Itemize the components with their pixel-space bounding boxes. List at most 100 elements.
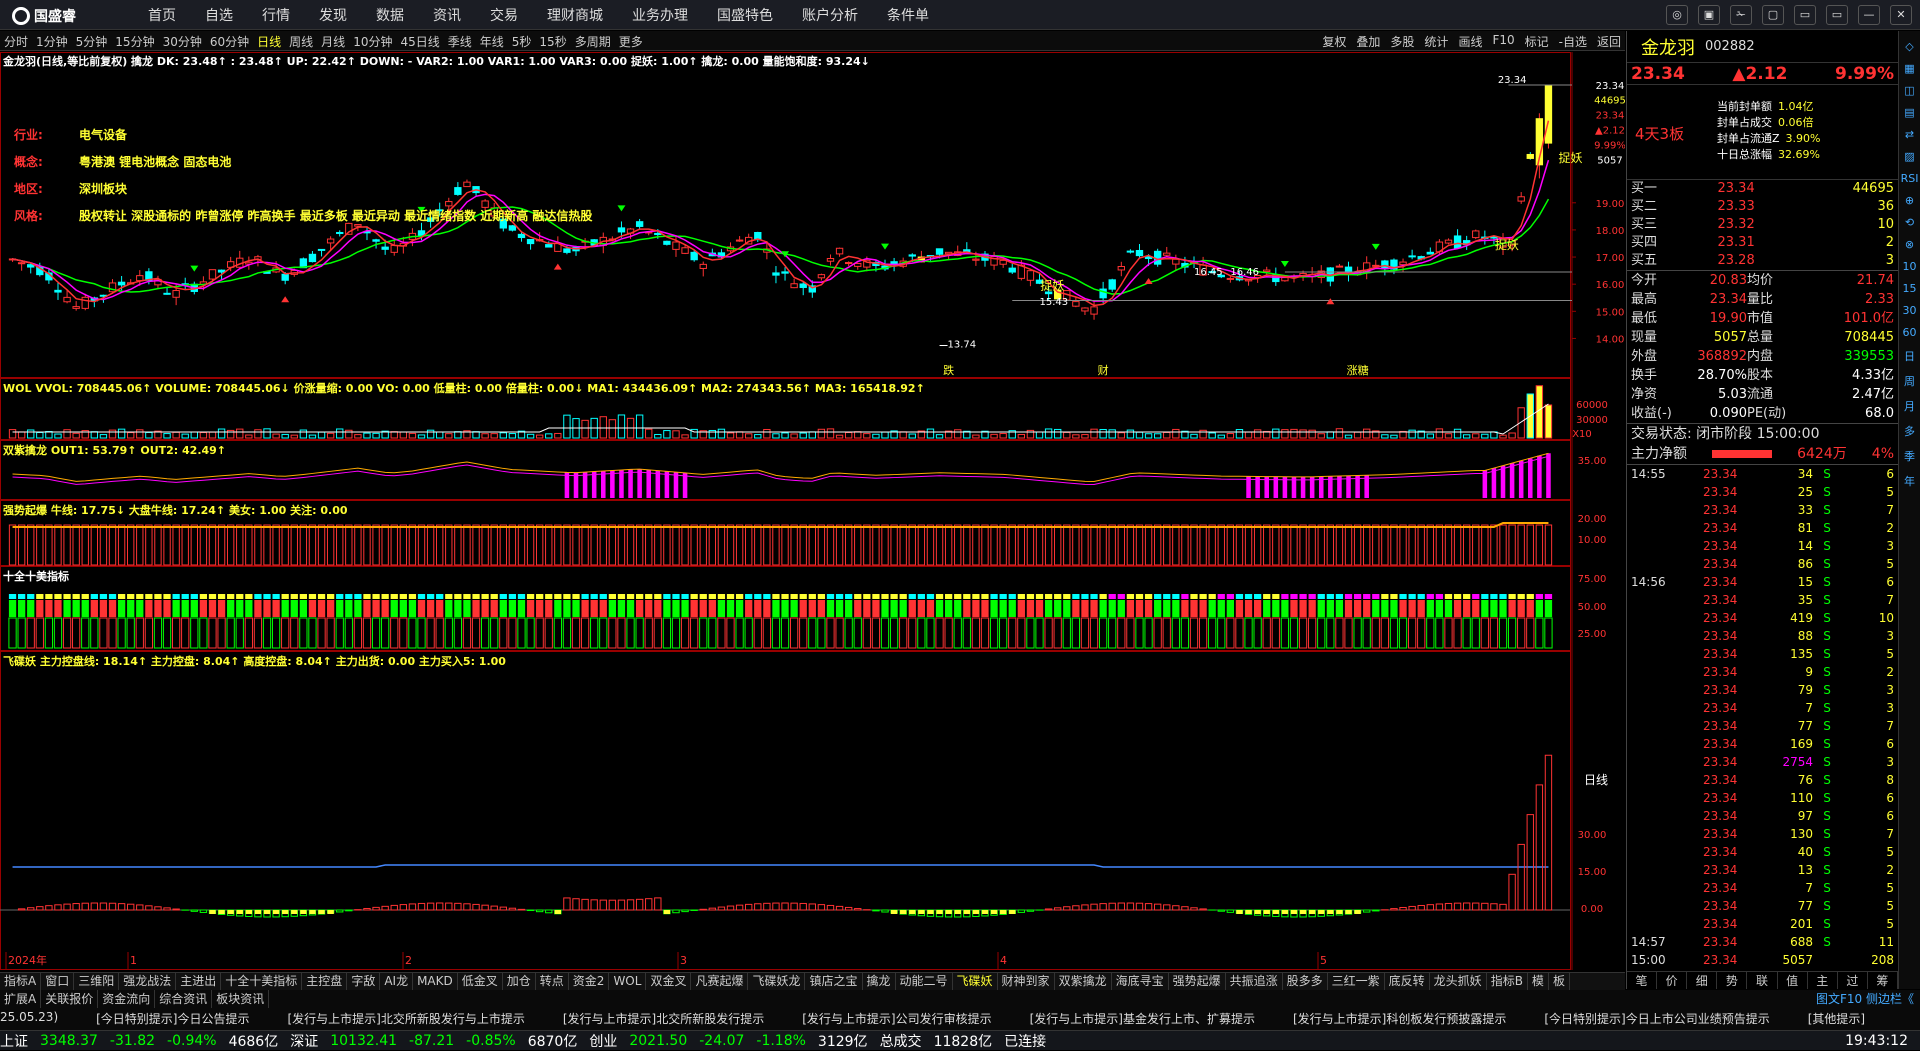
indicator-tab-26[interactable]: 共振追涨 — [1226, 973, 1283, 990]
indicator-tab-0[interactable]: 指标A — [0, 973, 41, 990]
bid-row[interactable]: 买二23.3336 — [1627, 198, 1898, 216]
news-item-0[interactable]: [今日特别提示]今日公告提示 — [96, 1010, 249, 1027]
period-tab-2[interactable]: 5分钟 — [76, 33, 108, 50]
indicator-tab-27[interactable]: 股多多 — [1283, 973, 1328, 990]
side-tool-14[interactable]: 日 — [1899, 348, 1920, 364]
indicator-tab-5[interactable]: 十全十美指标 — [221, 973, 302, 990]
side-tool-0[interactable]: ◇ — [1899, 40, 1920, 53]
side-tool-10[interactable]: 10 — [1899, 260, 1920, 273]
news-tab-0[interactable]: 扩展A — [0, 990, 41, 1008]
news-item-4[interactable]: [发行与上市提示]基金发行上市、扩募提示 — [1030, 1010, 1255, 1027]
indicator-tab-12[interactable]: 转点 — [536, 973, 569, 990]
nav-item-0[interactable]: 首页 — [148, 5, 176, 25]
period-tab-9[interactable]: 10分钟 — [353, 33, 392, 50]
side-tool-2[interactable]: ◫ — [1899, 84, 1920, 97]
indicator-tab-3[interactable]: 强龙战法 — [119, 973, 176, 990]
nav-item-11[interactable]: 条件单 — [887, 5, 929, 25]
period-tab-3[interactable]: 15分钟 — [115, 33, 154, 50]
nav-item-3[interactable]: 发现 — [319, 5, 347, 25]
side-tool-19[interactable]: 年 — [1899, 473, 1920, 489]
indicator-tab-17[interactable]: 飞碟妖龙 — [748, 973, 805, 990]
indicator-tab-32[interactable]: 模 — [1528, 973, 1549, 990]
indicator-tab-30[interactable]: 龙头抓妖 — [1430, 973, 1487, 990]
indicator-tab-8[interactable]: AI龙 — [380, 973, 413, 990]
tool-button-4[interactable]: 画线 — [1458, 33, 1482, 50]
indicator-tab-4[interactable]: 主进出 — [176, 973, 221, 990]
period-tab-4[interactable]: 30分钟 — [163, 33, 202, 50]
period-tab-14[interactable]: 15秒 — [539, 33, 566, 50]
indicator-tab-33[interactable]: 板 — [1549, 973, 1570, 990]
indicator-tab-28[interactable]: 三红一紫 — [1328, 973, 1385, 990]
indicator-tab-31[interactable]: 指标B — [1487, 973, 1528, 990]
indicator-tab-24[interactable]: 海底寻宝 — [1112, 973, 1169, 990]
news-item-3[interactable]: [发行与上市提示]公司发行审核提示 — [802, 1010, 991, 1027]
side-tool-15[interactable]: 周 — [1899, 373, 1920, 389]
side-tool-5[interactable]: ▨ — [1899, 150, 1920, 163]
quote-footer-tab-8[interactable]: 筹 — [1868, 972, 1898, 989]
nav-item-7[interactable]: 理财商城 — [547, 5, 603, 25]
period-tab-13[interactable]: 5秒 — [512, 33, 532, 50]
tool-button-7[interactable]: -自选 — [1559, 33, 1587, 50]
nav-item-2[interactable]: 行情 — [262, 5, 290, 25]
period-tab-16[interactable]: 更多 — [619, 33, 643, 50]
quote-footer-tab-0[interactable]: 笔 — [1627, 972, 1657, 989]
window-control-icon-4[interactable]: ▭ — [1794, 5, 1816, 25]
indicator-tab-21[interactable]: 飞碟妖 — [953, 973, 998, 990]
period-tab-5[interactable]: 60分钟 — [210, 33, 249, 50]
news-item-5[interactable]: [发行与上市提示]科创板发行预披露提示 — [1293, 1010, 1506, 1027]
indicator-tab-14[interactable]: WOL — [609, 973, 646, 990]
bid-row[interactable]: 买五23.283 — [1627, 252, 1898, 270]
indicator-tab-19[interactable]: 擒龙 — [863, 973, 896, 990]
quote-footer-tab-3[interactable]: 势 — [1717, 972, 1747, 989]
indicator-tab-20[interactable]: 动能二号 — [896, 973, 953, 990]
nav-item-6[interactable]: 交易 — [490, 5, 518, 25]
side-tool-8[interactable]: ⟲ — [1899, 216, 1920, 229]
indicator-tab-22[interactable]: 财神到家 — [998, 973, 1055, 990]
period-tab-0[interactable]: 分时 — [4, 33, 28, 50]
indicator-tab-23[interactable]: 双紫擒龙 — [1055, 973, 1112, 990]
indicator-tab-11[interactable]: 加仓 — [503, 973, 536, 990]
tool-button-1[interactable]: 叠加 — [1356, 33, 1380, 50]
side-tool-4[interactable]: ⇄ — [1899, 128, 1920, 141]
nav-item-8[interactable]: 业务办理 — [632, 5, 688, 25]
f10-sidebar-link[interactable]: 图文F10 侧边栏《 — [1816, 990, 1914, 1008]
window-control-icon-1[interactable]: ▣ — [1698, 5, 1720, 25]
news-item-7[interactable]: [其他提示] — [1808, 1010, 1865, 1027]
period-tab-8[interactable]: 月线 — [321, 33, 345, 50]
side-tool-7[interactable]: ⊕ — [1899, 194, 1920, 207]
nav-item-10[interactable]: 账户分析 — [802, 5, 858, 25]
kline-chart-area[interactable]: 23.344469523.34▲2.129.99%505719.0018.001… — [0, 52, 1625, 970]
period-tab-7[interactable]: 周线 — [289, 33, 313, 50]
bid-row[interactable]: 买三23.3210 — [1627, 216, 1898, 234]
period-tab-10[interactable]: 45日线 — [400, 33, 439, 50]
quote-footer-tab-2[interactable]: 细 — [1687, 972, 1717, 989]
indicator-tab-29[interactable]: 底反转 — [1385, 973, 1430, 990]
news-tab-2[interactable]: 资金流向 — [98, 990, 155, 1008]
news-item-6[interactable]: [今日特别提示]今日上市公司业绩预告提示 — [1544, 1010, 1769, 1027]
news-item-1[interactable]: [发行与上市提示]北交所新股发行与上市提示 — [288, 1010, 525, 1027]
news-item-2[interactable]: [发行与上市提示]北交所新股发行提示 — [563, 1010, 764, 1027]
side-tool-11[interactable]: 15 — [1899, 282, 1920, 295]
side-tool-3[interactable]: ▤ — [1899, 106, 1920, 119]
indicator-tab-10[interactable]: 低金叉 — [458, 973, 503, 990]
quote-footer-tab-4[interactable]: 联 — [1747, 972, 1777, 989]
bid-row[interactable]: 买一23.3444695 — [1627, 180, 1898, 198]
nav-item-1[interactable]: 自选 — [205, 5, 233, 25]
side-tool-1[interactable]: ▦ — [1899, 62, 1920, 75]
indicator-tab-18[interactable]: 镇店之宝 — [805, 973, 862, 990]
quote-footer-tab-5[interactable]: 值 — [1778, 972, 1808, 989]
indicator-tab-25[interactable]: 强势起爆 — [1169, 973, 1226, 990]
window-control-icon-0[interactable]: ◎ — [1666, 5, 1688, 25]
tool-button-3[interactable]: 统计 — [1424, 33, 1448, 50]
news-tab-4[interactable]: 板块资讯 — [212, 990, 269, 1008]
window-control-icon-5[interactable]: ▭ — [1826, 5, 1848, 25]
nav-item-5[interactable]: 资讯 — [433, 5, 461, 25]
window-control-icon-2[interactable]: ✁ — [1730, 5, 1752, 25]
indicator-tab-13[interactable]: 资金2 — [569, 973, 610, 990]
side-tool-6[interactable]: RSI — [1899, 172, 1920, 185]
side-tool-13[interactable]: 60 — [1899, 326, 1920, 339]
period-tab-15[interactable]: 多周期 — [575, 33, 611, 50]
quote-footer-tab-6[interactable]: 主 — [1808, 972, 1838, 989]
window-control-icon-6[interactable]: — — [1858, 5, 1880, 25]
side-tool-17[interactable]: 多 — [1899, 423, 1920, 439]
